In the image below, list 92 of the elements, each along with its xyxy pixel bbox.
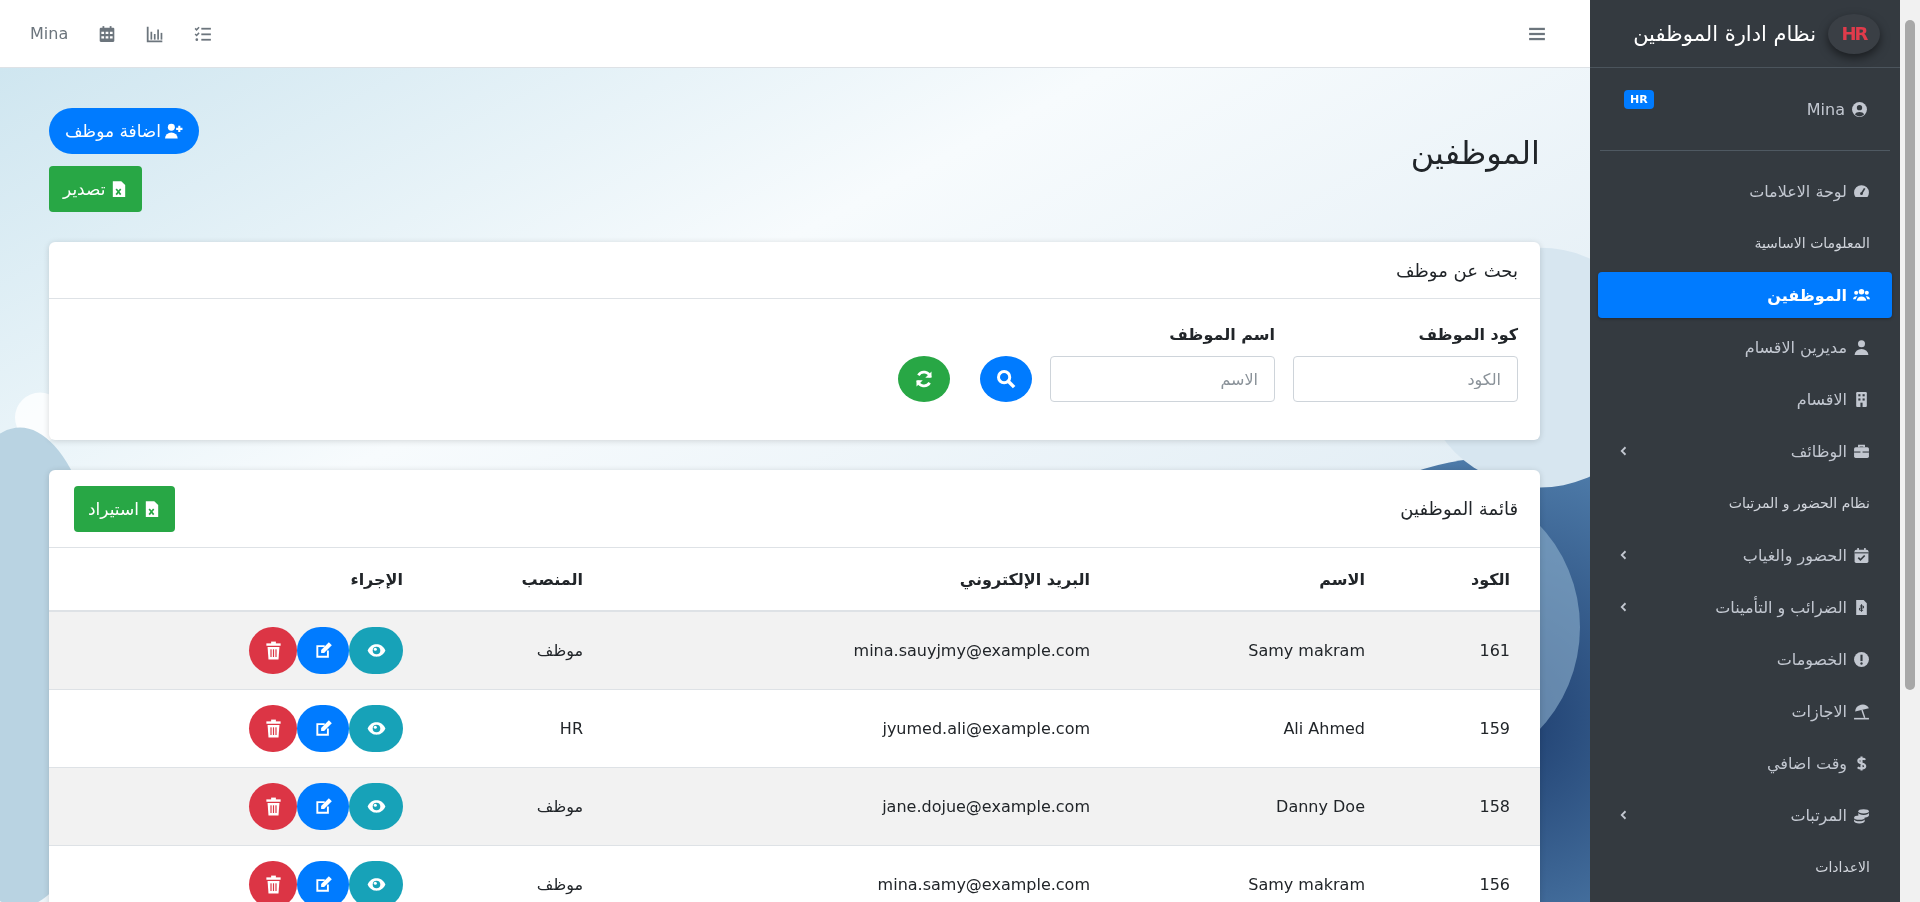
edit-icon — [313, 875, 333, 894]
card-title: قائمة الموظفين — [1400, 498, 1518, 519]
table-cell: jane.dojue@example.com — [598, 767, 1105, 846]
table-cell: موظف — [418, 611, 598, 690]
table-cell: 158 — [1380, 767, 1540, 846]
user-name[interactable]: Mina — [1806, 99, 1845, 119]
edit-button[interactable] — [297, 627, 349, 674]
trash-icon — [263, 797, 283, 816]
nav-section-header: الاعدادات — [1814, 858, 1871, 877]
table-cell: 161 — [1380, 611, 1540, 690]
delete-button[interactable] — [249, 705, 297, 752]
calendar-icon[interactable] — [98, 24, 117, 43]
delete-button[interactable] — [249, 783, 297, 830]
calendar-check-icon — [1853, 546, 1870, 564]
page-title: الموظفين — [1410, 134, 1540, 172]
exclamation-icon — [1853, 650, 1870, 668]
nav-item[interactable]: الاقسام — [1598, 376, 1892, 422]
trash-icon — [263, 719, 283, 738]
nav-item[interactable]: الحضور والغياب — [1598, 532, 1892, 578]
delete-button[interactable] — [249, 861, 297, 902]
eye-icon — [366, 797, 386, 816]
column-header: الإجراء — [49, 548, 418, 611]
table-cell: 159 — [1380, 689, 1540, 768]
card-title: بحث عن موظف — [1395, 259, 1518, 281]
edit-icon — [313, 719, 333, 738]
nav-item[interactable]: الخصومات — [1598, 636, 1892, 682]
nav-section-header: المعلومات الاساسية — [1753, 234, 1871, 254]
table-cell: Samy makram — [1105, 611, 1380, 690]
input-field[interactable]: الاسم — [1050, 356, 1275, 402]
umbrella-icon — [1853, 702, 1870, 720]
view-button[interactable] — [349, 861, 403, 902]
field-label: كود الموظف — [1417, 325, 1518, 344]
table-cell: Ali Ahmed — [1105, 689, 1380, 768]
role-badge: HR — [1624, 90, 1654, 109]
edit-button[interactable] — [297, 783, 349, 830]
view-button[interactable] — [349, 705, 403, 752]
nav-item[interactable]: مديرين الاقسام — [1598, 324, 1892, 370]
table-cell: موظف — [418, 845, 598, 902]
user-icon — [1853, 338, 1870, 356]
view-button[interactable] — [349, 783, 403, 830]
user-plus-icon — [165, 122, 183, 140]
scrollbar[interactable] — [1900, 0, 1920, 902]
users-icon — [1853, 286, 1870, 304]
table-cell: mina.samy@example.com — [598, 845, 1105, 902]
column-header: المنصب — [418, 548, 598, 611]
search-button[interactable] — [980, 356, 1032, 402]
user-link[interactable]: Mina — [30, 24, 69, 43]
search-icon — [996, 369, 1016, 389]
bar-chart-icon[interactable] — [146, 24, 165, 43]
coins-icon — [1853, 806, 1870, 824]
reset-button[interactable] — [898, 356, 950, 402]
nav-item[interactable]: المرتبات — [1598, 792, 1892, 838]
eye-icon — [366, 875, 386, 894]
eye-icon — [366, 641, 386, 660]
column-header: الكود — [1380, 548, 1540, 611]
nav-section-header: نظام الحضور و المرتبات — [1727, 494, 1871, 514]
nav-item[interactable]: الاجازات — [1598, 688, 1892, 734]
table-cell: jyumed.ali@example.com — [598, 689, 1105, 768]
table-cell: Danny Doe — [1105, 767, 1380, 846]
edit-icon — [313, 641, 333, 660]
refresh-icon — [914, 369, 934, 389]
checklist-icon[interactable] — [194, 24, 213, 43]
table-cell: mina.sauyjmy@example.com — [598, 611, 1105, 690]
gauge-icon — [1853, 182, 1870, 200]
app-title: نظام ادارة الموظفين — [1633, 21, 1816, 46]
trash-icon — [263, 875, 283, 894]
trash-icon — [263, 641, 283, 660]
add-employee-button[interactable]: اضافة موظف — [49, 108, 199, 154]
nav-item[interactable]: لوحة الاعلامات — [1598, 168, 1892, 214]
input-field[interactable]: الكود — [1293, 356, 1518, 402]
column-header: الاسم — [1105, 548, 1380, 611]
user-avatar-icon — [1851, 100, 1868, 118]
nav-item[interactable]: الضرائب و التأمينات — [1598, 584, 1892, 630]
field-label: اسم الموظف — [1168, 325, 1275, 344]
briefcase-icon — [1853, 442, 1870, 460]
nav-item[interactable]: الوظائف — [1598, 428, 1892, 474]
logo: HR — [1828, 13, 1880, 54]
delete-button[interactable] — [249, 627, 297, 674]
table-cell: موظف — [418, 767, 598, 846]
building-icon — [1853, 390, 1870, 408]
edit-button[interactable] — [297, 861, 349, 902]
table-cell: 156 — [1380, 845, 1540, 902]
eye-icon — [366, 719, 386, 738]
edit-button[interactable] — [297, 705, 349, 752]
table-cell: Samy makram — [1105, 845, 1380, 902]
nav-item[interactable]: وقت اضافي — [1598, 740, 1892, 786]
table-cell: HR — [418, 689, 598, 768]
column-header: البريد الإلكتروني — [598, 548, 1105, 611]
nav-item[interactable]: الموظفين — [1598, 272, 1892, 318]
invoice-icon — [1853, 598, 1870, 616]
view-button[interactable] — [349, 627, 403, 674]
edit-icon — [313, 797, 333, 816]
